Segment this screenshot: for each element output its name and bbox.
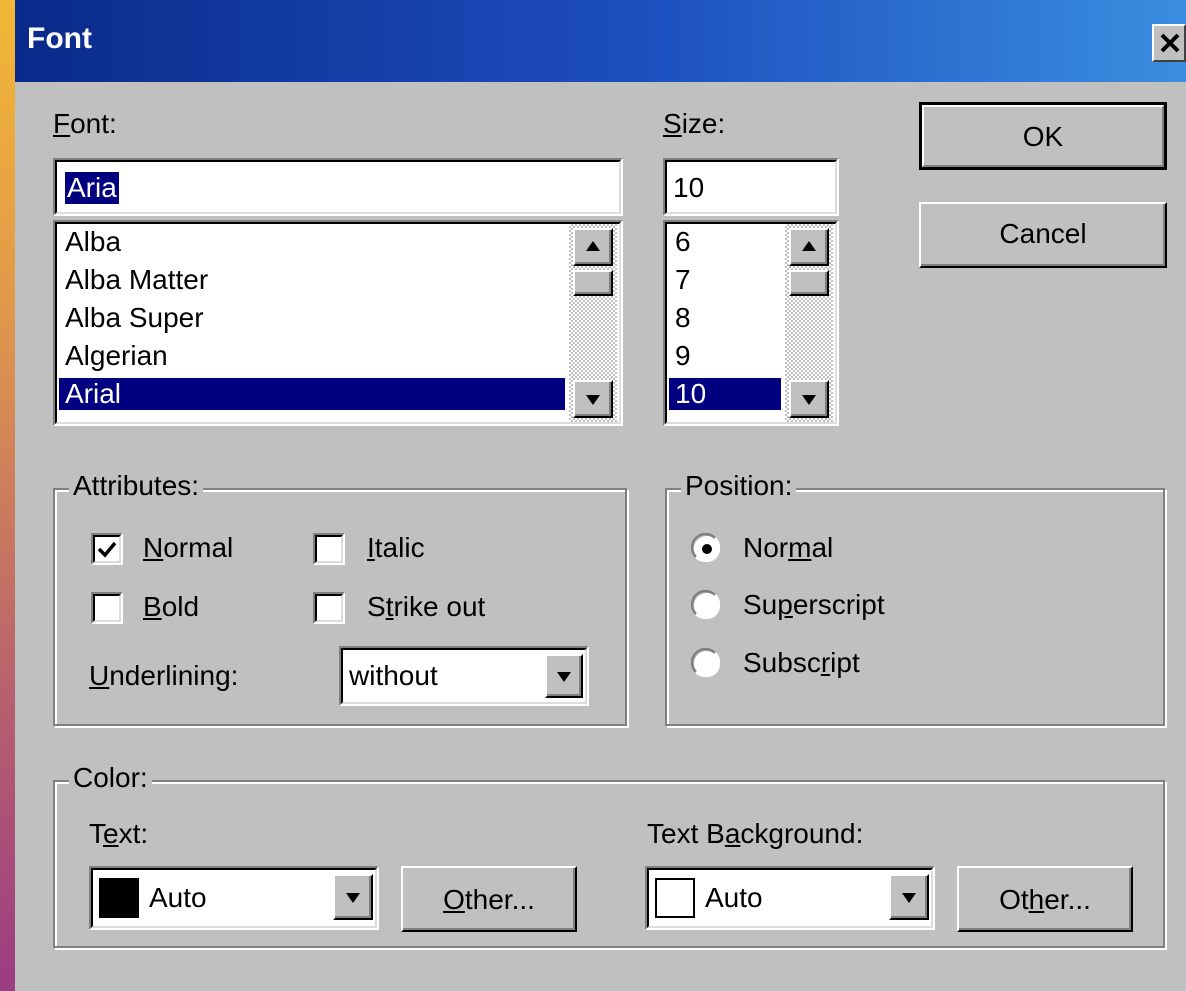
position-subscript-radio[interactable] <box>690 647 723 680</box>
cancel-button[interactable]: Cancel <box>919 202 1167 268</box>
text-color-swatch <box>99 878 139 918</box>
font-list-item[interactable]: Alba Super <box>65 302 204 334</box>
text-color-dropdown[interactable]: Auto <box>89 866 379 930</box>
font-list-item[interactable]: Alba <box>65 226 121 258</box>
font-label: Font: <box>53 108 117 139</box>
strike-out-checkbox-label: Strike out <box>367 591 486 622</box>
window-title: Font <box>27 22 92 55</box>
size-label: Size: <box>663 108 726 139</box>
text-background-label: Text Background: <box>647 818 864 849</box>
bold-checkbox[interactable] <box>91 592 123 624</box>
arrow-down-icon <box>586 395 600 405</box>
close-icon <box>1160 33 1180 53</box>
position-subscript-label: Subscript <box>743 647 860 678</box>
ok-button[interactable]: OK <box>919 102 1167 170</box>
font-list-item[interactable]: Alba Matter <box>65 264 208 296</box>
cancel-button-label: Cancel <box>999 218 1087 249</box>
size-scroll-down-button[interactable] <box>789 380 829 418</box>
strike-out-checkbox[interactable] <box>313 592 345 624</box>
size-input[interactable]: 10 <box>663 158 839 216</box>
text-background-other-button[interactable]: Other... <box>957 866 1133 932</box>
radio-icon <box>690 589 721 620</box>
position-group: Position: <box>665 470 1165 726</box>
font-list[interactable]: Alba Alba Matter Alba Super Algerian Arial <box>53 220 623 426</box>
size-list-item[interactable]: 7 <box>675 264 691 296</box>
attributes-group-label: Attributes: <box>69 470 204 502</box>
color-group-label: Color: <box>69 762 152 794</box>
font-list-item[interactable]: Algerian <box>65 340 168 372</box>
font-input-value: Aria <box>65 172 119 204</box>
arrow-down-icon <box>802 395 816 405</box>
size-list-item[interactable]: 10 <box>669 378 781 410</box>
radio-selected-icon <box>690 532 721 563</box>
text-background-other-label: Other... <box>999 884 1091 915</box>
ok-button-label: OK <box>1022 121 1064 152</box>
position-normal-label: Normal <box>743 532 834 563</box>
position-group-label: Position: <box>681 470 797 502</box>
underlining-dropdown[interactable]: without <box>339 646 589 706</box>
normal-checkbox-label: Normal <box>143 532 234 563</box>
size-list-item[interactable]: 8 <box>675 302 691 334</box>
title-bar[interactable]: Font <box>15 0 1186 82</box>
position-superscript-radio[interactable] <box>690 589 723 622</box>
checkmark-icon <box>97 541 117 558</box>
font-list-item[interactable]: Arial <box>59 378 565 410</box>
font-scroll-thumb[interactable] <box>573 270 613 296</box>
arrow-up-icon <box>586 241 600 251</box>
font-scroll-up-button[interactable] <box>573 228 613 266</box>
font-input[interactable]: Aria <box>53 158 623 216</box>
font-dialog: Font Font: Aria Alba Alba Matter Alba Supe… <box>15 0 1186 991</box>
size-scroll-up-button[interactable] <box>789 228 829 266</box>
close-button[interactable] <box>1152 24 1186 62</box>
position-normal-radio[interactable] <box>690 532 723 565</box>
normal-checkbox[interactable] <box>91 533 123 565</box>
size-input-value: 10 <box>673 172 705 203</box>
chevron-down-icon <box>557 672 571 682</box>
text-background-dropdown-button[interactable] <box>889 874 929 920</box>
text-color-other-button[interactable]: Other... <box>401 866 577 932</box>
bold-checkbox-label: Bold <box>143 591 200 622</box>
text-color-dropdown-button[interactable] <box>333 874 373 920</box>
underlining-value: without <box>349 660 438 691</box>
size-scroll-thumb[interactable] <box>789 270 829 296</box>
text-background-swatch <box>655 878 695 918</box>
text-color-value: Auto <box>149 882 207 913</box>
text-color-other-label: Other... <box>443 884 535 915</box>
chevron-down-icon <box>902 893 916 903</box>
size-list[interactable]: 6 7 8 9 10 <box>663 220 839 426</box>
text-background-dropdown[interactable]: Auto <box>645 866 935 930</box>
text-color-label: Text: <box>89 818 149 849</box>
text-background-value: Auto <box>705 882 763 913</box>
font-scroll-down-button[interactable] <box>573 380 613 418</box>
arrow-up-icon <box>802 241 816 251</box>
underlining-dropdown-button[interactable] <box>545 654 583 698</box>
underlining-label: Underlining: <box>89 660 239 691</box>
italic-checkbox[interactable] <box>313 533 345 565</box>
position-superscript-label: Superscript <box>743 589 885 620</box>
chevron-down-icon <box>346 893 360 903</box>
size-list-item[interactable]: 6 <box>675 226 691 258</box>
size-list-item[interactable]: 9 <box>675 340 691 372</box>
radio-icon <box>690 647 721 678</box>
italic-checkbox-label: Italic <box>367 532 425 563</box>
